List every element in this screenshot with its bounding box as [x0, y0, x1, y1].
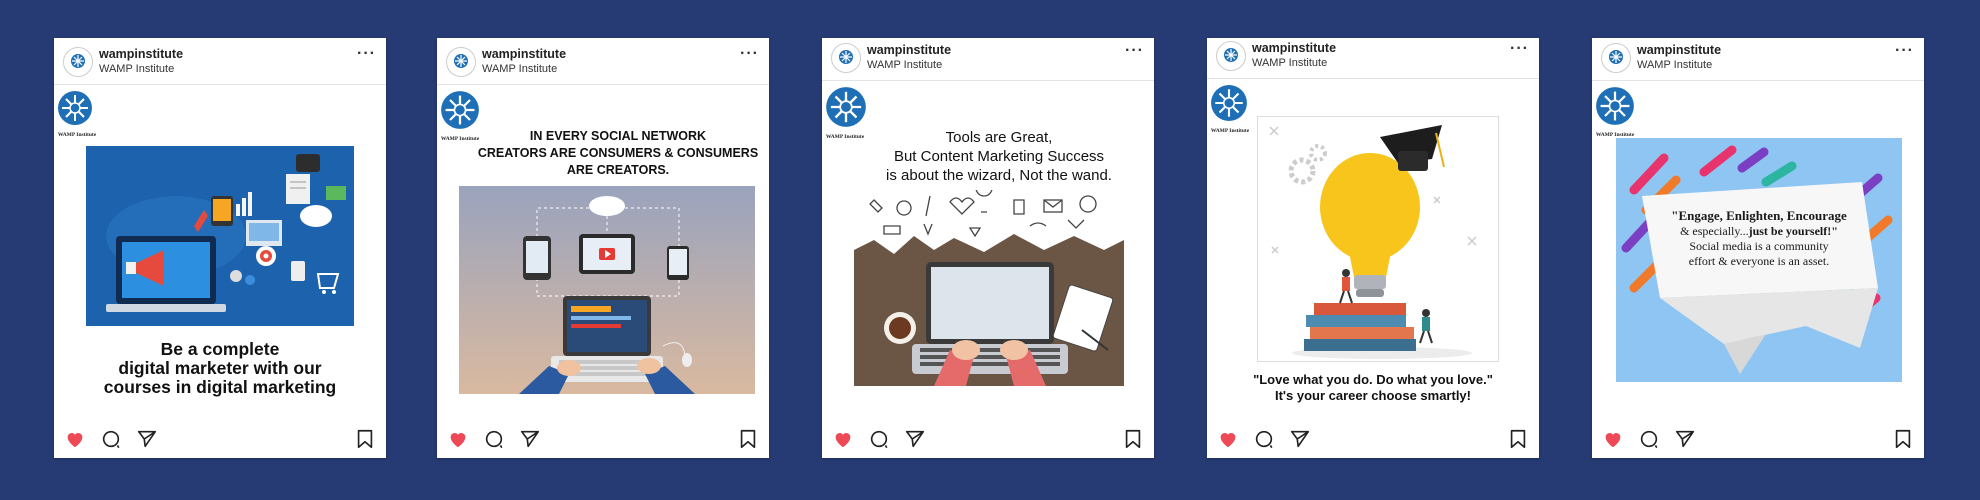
- share-icon[interactable]: [519, 428, 541, 450]
- quote-line-2: & especially...just be yourself!": [1646, 224, 1872, 239]
- brand-logo: WAMP Institute: [1595, 86, 1635, 138]
- heart-icon[interactable]: [1217, 428, 1239, 450]
- post-card-4: wampinstitute WAMP Institute ··· WAMP In…: [1207, 38, 1539, 458]
- share-icon[interactable]: [904, 428, 926, 450]
- post-image[interactable]: "Engage, Enlighten, Encourage & especial…: [1616, 138, 1902, 382]
- logo-caption: WAMP Institute: [57, 132, 97, 138]
- quote-line-1: "Engage, Enlighten, Encourage: [1646, 208, 1872, 224]
- post-card-2: wampinstitute WAMP Institute ··· WAMP In…: [437, 38, 769, 458]
- quote-block: "Engage, Enlighten, Encourage & especial…: [1646, 208, 1872, 269]
- username-link[interactable]: wampinstitute: [482, 47, 566, 61]
- bookmark-icon[interactable]: [1507, 428, 1529, 450]
- heart-icon[interactable]: [1602, 428, 1624, 450]
- action-bar: [1207, 420, 1539, 458]
- username-link[interactable]: wampinstitute: [1252, 41, 1336, 55]
- bookmark-icon[interactable]: [737, 428, 759, 450]
- comment-icon[interactable]: [483, 428, 505, 450]
- quote-rest: Social media is a community effort & eve…: [1688, 239, 1830, 268]
- post-caption: Be a complete digital marketer with our …: [103, 339, 337, 397]
- post-header: wampinstitute WAMP Institute ···: [1592, 38, 1924, 81]
- comment-icon[interactable]: [100, 428, 122, 450]
- post-header: wampinstitute WAMP Institute ···: [54, 38, 386, 85]
- post-headline: IN EVERY SOCIAL NETWORK CREATORS ARE CON…: [477, 129, 759, 177]
- post-header: wampinstitute WAMP Institute ···: [822, 38, 1154, 81]
- post-card-3: wampinstitute WAMP Institute ··· WAMP In…: [822, 38, 1154, 458]
- account-avatar[interactable]: [1601, 43, 1631, 73]
- comment-icon[interactable]: [1638, 428, 1660, 450]
- account-name: WAMP Institute: [482, 63, 558, 75]
- heart-icon[interactable]: [832, 428, 854, 450]
- more-options-icon[interactable]: ···: [357, 46, 376, 62]
- post-headline: Tools are Great, But Content Marketing S…: [886, 129, 1112, 184]
- post-card-5: wampinstitute WAMP Institute ··· WAMP In…: [1592, 38, 1924, 458]
- brand-logo: WAMP Institute: [1210, 84, 1250, 134]
- account-avatar[interactable]: [1216, 41, 1246, 71]
- more-options-icon[interactable]: ···: [1125, 43, 1144, 59]
- bookmark-icon[interactable]: [1122, 428, 1144, 450]
- bookmark-icon[interactable]: [1892, 428, 1914, 450]
- post-image[interactable]: [86, 146, 354, 326]
- share-icon[interactable]: [1674, 428, 1696, 450]
- quote-line-2-bold: just be yourself!": [1748, 224, 1838, 238]
- post-caption: "Love what you do. Do what you love." It…: [1253, 372, 1493, 403]
- share-icon[interactable]: [1289, 428, 1311, 450]
- account-avatar[interactable]: [831, 43, 861, 73]
- comment-icon[interactable]: [1253, 428, 1275, 450]
- action-bar: [54, 420, 386, 458]
- account-name: WAMP Institute: [1637, 59, 1713, 71]
- account-name: WAMP Institute: [99, 63, 175, 75]
- bookmark-icon[interactable]: [354, 428, 376, 450]
- post-image[interactable]: [459, 186, 755, 394]
- username-link[interactable]: wampinstitute: [867, 43, 951, 57]
- post-image[interactable]: [854, 190, 1124, 386]
- quote-line-1-text: Engage, Enlighten, Encourage: [1678, 208, 1847, 223]
- logo-caption: WAMP Institute: [1210, 128, 1250, 134]
- username-link[interactable]: wampinstitute: [99, 47, 183, 61]
- action-bar: [437, 420, 769, 458]
- account-name: WAMP Institute: [1252, 57, 1328, 69]
- account-avatar[interactable]: [446, 47, 476, 77]
- account-name: WAMP Institute: [867, 59, 943, 71]
- quote-line-2-text: & especially...: [1680, 224, 1749, 238]
- more-options-icon[interactable]: ···: [740, 46, 759, 62]
- heart-icon[interactable]: [447, 428, 469, 450]
- post-header: wampinstitute WAMP Institute ···: [437, 38, 769, 85]
- account-avatar[interactable]: [63, 47, 93, 77]
- more-options-icon[interactable]: ···: [1510, 41, 1529, 57]
- username-link[interactable]: wampinstitute: [1637, 43, 1721, 57]
- action-bar: [822, 420, 1154, 458]
- heart-icon[interactable]: [64, 428, 86, 450]
- share-icon[interactable]: [136, 428, 158, 450]
- comment-icon[interactable]: [868, 428, 890, 450]
- post-image[interactable]: [1257, 116, 1499, 362]
- brand-logo: WAMP Institute: [57, 90, 97, 138]
- post-card-1: wampinstitute WAMP Institute ··· WAMP In…: [54, 38, 386, 458]
- post-header: wampinstitute WAMP Institute ···: [1207, 38, 1539, 79]
- action-bar: [1592, 420, 1924, 458]
- more-options-icon[interactable]: ···: [1895, 43, 1914, 59]
